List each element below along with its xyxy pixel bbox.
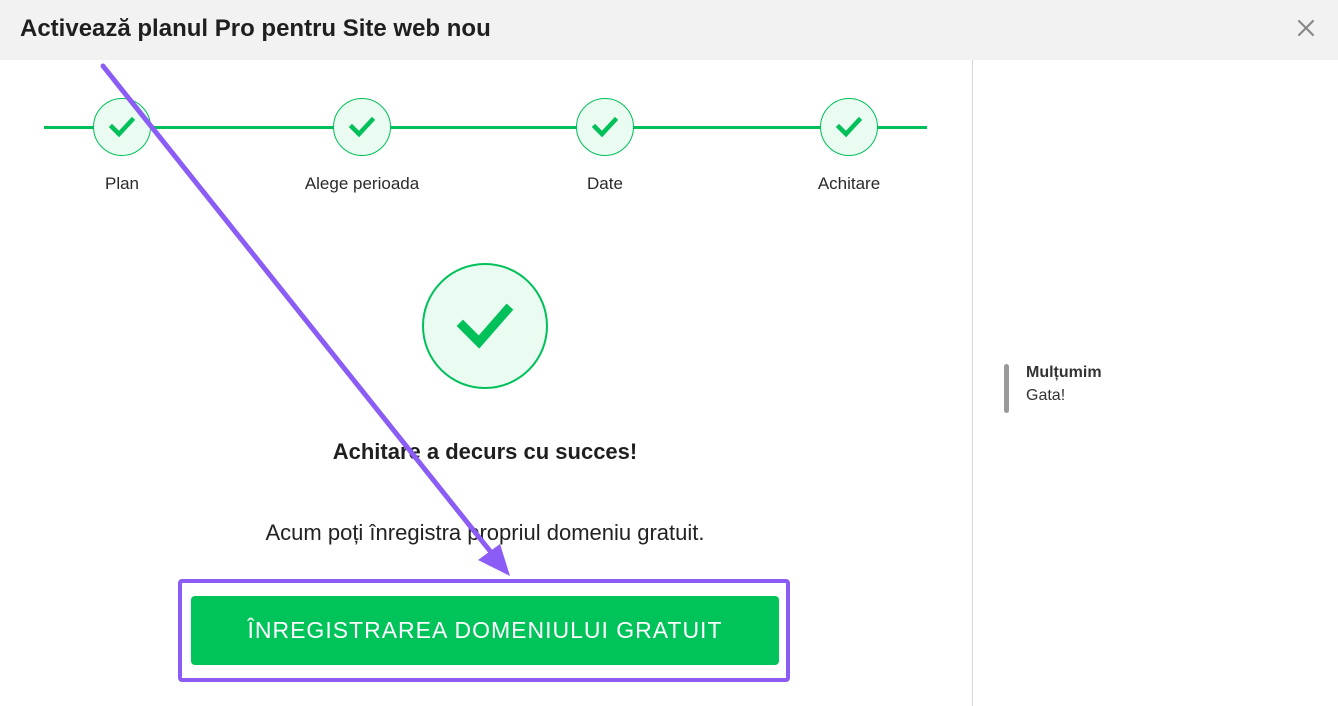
close-icon[interactable] (1292, 14, 1320, 42)
success-subtitle: Acum poți înregistra propriul domeniu gr… (265, 520, 705, 545)
sidebar-indicator (1004, 364, 1009, 413)
step-label: Alege perioada (304, 174, 420, 193)
step-label: Achitare (817, 174, 881, 193)
step-data: Date (525, 98, 685, 194)
check-icon (820, 98, 878, 156)
modal-title: Activează planul Pro pentru Site web nou (20, 15, 491, 42)
modal-header: Activează planul Pro pentru Site web nou (0, 0, 1338, 60)
step-label: Date (587, 174, 623, 193)
step-payment: Achitare (769, 98, 929, 194)
register-free-domain-button[interactable]: ÎNREGISTRAREA DOMENIULUI GRATUIT (191, 596, 779, 665)
check-circle-icon (422, 263, 548, 389)
sidebar-summary: Mulțumim Gata! (1004, 364, 1324, 414)
panel-divider (972, 60, 973, 706)
sidebar-text: Gata! (1026, 387, 1066, 404)
check-icon (576, 98, 634, 156)
success-title: Achitare a decurs cu succes! (332, 439, 638, 464)
step-plan: Plan (42, 98, 202, 194)
step-label: Plan (104, 174, 140, 193)
check-icon (93, 98, 151, 156)
step-period: Alege perioada (282, 98, 442, 194)
sidebar-title: Mulțumim (1026, 364, 1102, 381)
check-icon (333, 98, 391, 156)
